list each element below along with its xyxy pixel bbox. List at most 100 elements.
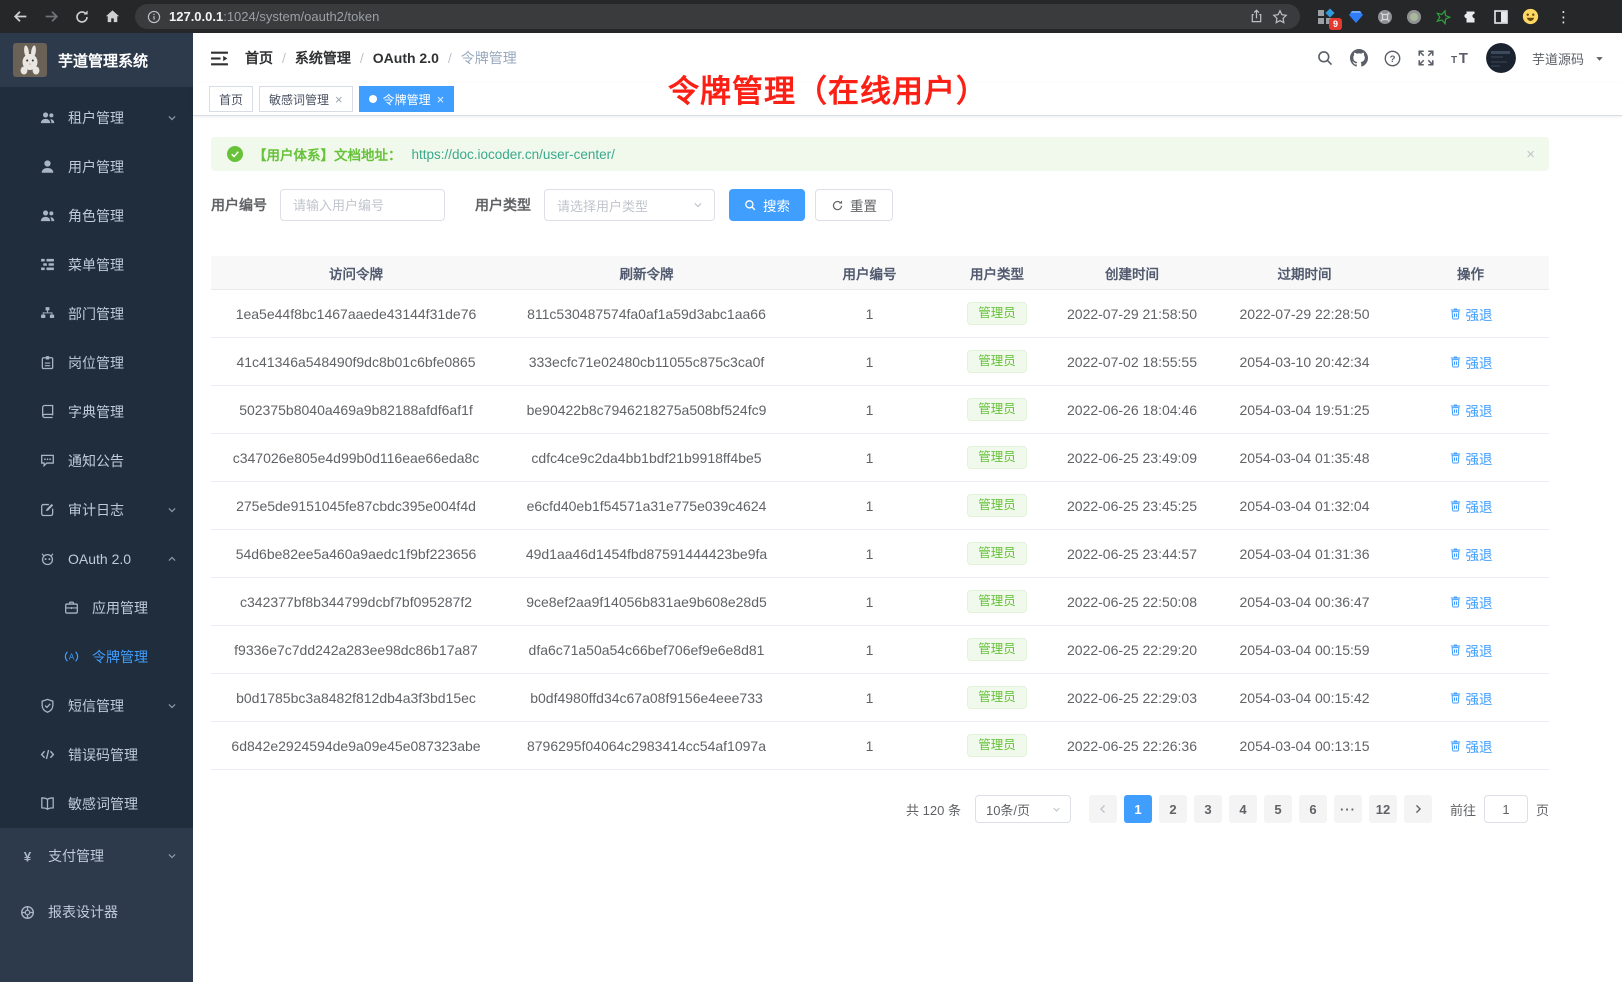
browser-extensions: 9 ⋮ xyxy=(1318,8,1571,26)
sidebar-item-oauth2-app[interactable]: 应用管理 xyxy=(0,583,193,632)
force-logout-link[interactable]: 强退 xyxy=(1449,688,1493,708)
force-logout-link[interactable]: 强退 xyxy=(1449,640,1493,660)
extension-grid-icon[interactable]: 9 xyxy=(1318,9,1335,25)
pager-page-6[interactable]: 6 xyxy=(1299,795,1327,823)
sidebar-item-audit-log[interactable]: 审计日志 xyxy=(0,485,193,534)
pager-prev-button[interactable] xyxy=(1089,795,1117,823)
col-refresh-token: 刷新令牌 xyxy=(501,263,792,283)
expire-time-cell: 2054-03-04 01:35:48 xyxy=(1217,450,1392,466)
sidebar-item-dept[interactable]: 部门管理 xyxy=(0,289,193,338)
user-type-badge: 管理员 xyxy=(967,398,1027,421)
shield-icon xyxy=(40,698,55,713)
force-logout-link[interactable]: 强退 xyxy=(1449,400,1493,420)
goto-page-input[interactable] xyxy=(1484,795,1528,823)
fullscreen-icon[interactable] xyxy=(1417,49,1435,67)
pager-page-2[interactable]: 2 xyxy=(1159,795,1187,823)
refresh-token-cell: 9ce8ef2aa9f14056b831ae9b608e28d5 xyxy=(501,594,792,610)
doc-link[interactable]: https://doc.iocoder.cn/user-center/ xyxy=(412,147,615,162)
sidebar-toggle-icon[interactable] xyxy=(210,49,229,68)
extension-half-square-icon[interactable] xyxy=(1493,9,1509,25)
app-logo[interactable]: 芋道管理系统 xyxy=(0,33,193,87)
share-icon[interactable] xyxy=(1249,9,1264,24)
alert-close-icon[interactable]: × xyxy=(1526,146,1535,163)
force-logout-link[interactable]: 强退 xyxy=(1449,352,1493,372)
force-logout-link[interactable]: 强退 xyxy=(1449,592,1493,612)
browser-forward-icon[interactable] xyxy=(43,8,60,25)
extension-star-icon[interactable] xyxy=(1435,9,1451,25)
user-dropdown-caret-icon[interactable] xyxy=(1594,53,1605,64)
sidebar-item-tenant[interactable]: 租户管理 xyxy=(0,93,193,142)
user-id-cell: 1 xyxy=(792,306,947,322)
github-icon[interactable] xyxy=(1350,49,1368,67)
help-icon[interactable]: ? xyxy=(1384,50,1401,67)
extension-puzzle-icon[interactable] xyxy=(1464,9,1480,25)
pager-page-5[interactable]: 5 xyxy=(1264,795,1292,823)
close-icon[interactable]: × xyxy=(437,93,445,106)
font-size-icon[interactable]: TT xyxy=(1451,50,1470,67)
browser-home-icon[interactable] xyxy=(104,8,121,25)
browser-menu-icon[interactable]: ⋮ xyxy=(1556,8,1571,26)
address-bar[interactable]: 127.0.0.1:1024/system/oauth2/token xyxy=(135,4,1300,29)
sidebar-item-notice[interactable]: 通知公告 xyxy=(0,436,193,485)
sidebar-item-oauth2[interactable]: OAuth 2.0 xyxy=(0,534,193,583)
avatar[interactable] xyxy=(1486,43,1516,73)
force-logout-link[interactable]: 强退 xyxy=(1449,736,1493,756)
breadcrumb-oauth2[interactable]: OAuth 2.0 xyxy=(373,50,439,66)
force-logout-link[interactable]: 强退 xyxy=(1449,496,1493,516)
browser-reload-icon[interactable] xyxy=(74,9,90,25)
expire-time-cell: 2054-03-04 00:15:42 xyxy=(1217,690,1392,706)
page-size-select[interactable]: 10条/页 xyxy=(975,795,1071,823)
force-logout-link[interactable]: 强退 xyxy=(1449,304,1493,324)
pager-more-button[interactable]: ··· xyxy=(1334,795,1362,823)
table-row: f9336e7c7dd242a283ee98dc86b17a87dfa6c71a… xyxy=(211,626,1549,674)
tab-token[interactable]: 令牌管理 × xyxy=(359,86,455,112)
close-icon[interactable]: × xyxy=(335,93,343,106)
refresh-token-cell: b0df4980ffd34c67a08f9156e4eee733 xyxy=(501,690,792,706)
extension-gem-icon[interactable] xyxy=(1348,9,1364,25)
tab-sensitive-word[interactable]: 敏感词管理 × xyxy=(259,86,353,112)
breadcrumb-system[interactable]: 系统管理 xyxy=(295,48,351,68)
site-info-icon[interactable] xyxy=(147,10,161,24)
extension-circle-icon[interactable] xyxy=(1377,9,1393,25)
sidebar-item-label: OAuth 2.0 xyxy=(68,551,131,567)
sidebar-item-pay[interactable]: ¥支付管理 xyxy=(0,828,193,884)
pager-page-3[interactable]: 3 xyxy=(1194,795,1222,823)
user-type-cell: 管理员 xyxy=(947,446,1047,469)
bookmark-star-icon[interactable] xyxy=(1272,9,1288,25)
username[interactable]: 芋道源码 xyxy=(1532,49,1584,68)
sidebar-item-sms[interactable]: 短信管理 xyxy=(0,681,193,730)
extension-smiley-icon[interactable] xyxy=(1522,8,1539,25)
sidebar-item-menu[interactable]: 菜单管理 xyxy=(0,240,193,289)
pager-page-12[interactable]: 12 xyxy=(1369,795,1397,823)
token-icon: A xyxy=(64,649,79,664)
breadcrumb-current: 令牌管理 xyxy=(461,48,517,68)
pager-page-1[interactable]: 1 xyxy=(1124,795,1152,823)
sidebar-item-post[interactable]: 岗位管理 xyxy=(0,338,193,387)
svg-text:T: T xyxy=(1451,55,1458,66)
sidebar-item-dict[interactable]: 字典管理 xyxy=(0,387,193,436)
browser-back-icon[interactable] xyxy=(12,8,29,25)
sidebar-item-user[interactable]: 用户管理 xyxy=(0,142,193,191)
sidebar-item-sensitive-word[interactable]: 敏感词管理 xyxy=(0,779,193,828)
user-id-input[interactable] xyxy=(280,189,445,221)
created-time-cell: 2022-06-25 23:44:57 xyxy=(1047,546,1217,562)
force-logout-link[interactable]: 强退 xyxy=(1449,544,1493,564)
search-icon[interactable] xyxy=(1317,50,1334,67)
pager-next-button[interactable] xyxy=(1404,795,1432,823)
pager-page-4[interactable]: 4 xyxy=(1229,795,1257,823)
search-button[interactable]: 搜索 xyxy=(729,189,805,221)
reset-button[interactable]: 重置 xyxy=(815,189,893,221)
sidebar-item-oauth2-token[interactable]: A令牌管理 xyxy=(0,632,193,681)
breadcrumb-home[interactable]: 首页 xyxy=(245,48,273,68)
sidebar-item-error-code[interactable]: 错误码管理 xyxy=(0,730,193,779)
created-time-cell: 2022-06-26 18:04:46 xyxy=(1047,402,1217,418)
chevron-up-icon xyxy=(166,553,178,565)
extension-dot-circle-icon[interactable] xyxy=(1406,9,1422,25)
tab-home[interactable]: 首页 xyxy=(209,86,253,112)
user-type-select[interactable]: 请选择用户类型 xyxy=(544,189,715,221)
tags-bar: 首页 敏感词管理 × 令牌管理 × xyxy=(193,83,1622,116)
sidebar-item-report-designer[interactable]: 报表设计器 xyxy=(0,884,193,940)
force-logout-link[interactable]: 强退 xyxy=(1449,448,1493,468)
sidebar-item-role[interactable]: 角色管理 xyxy=(0,191,193,240)
user-type-badge: 管理员 xyxy=(967,686,1027,709)
